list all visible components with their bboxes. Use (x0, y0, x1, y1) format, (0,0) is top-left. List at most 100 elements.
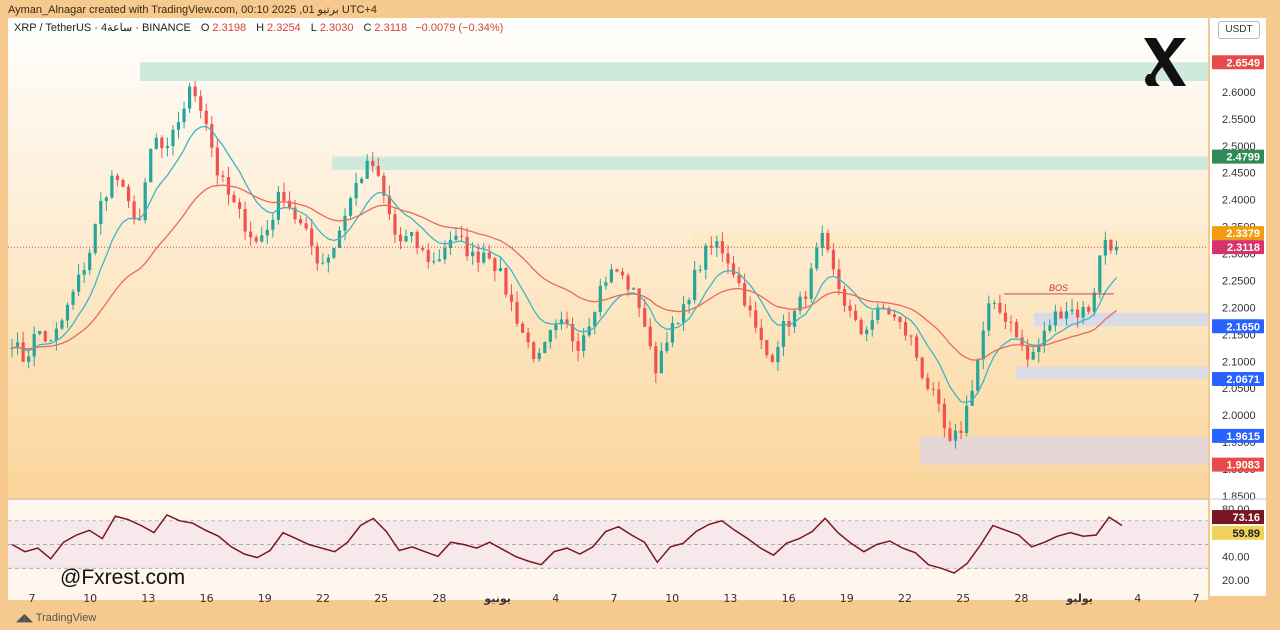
candle-body (54, 328, 58, 341)
candle-body (204, 110, 208, 125)
symbol-name[interactable]: XRP / TetherUS · 4ساعة · BINANCE (14, 22, 191, 34)
candle-body (1103, 239, 1107, 256)
candle-body (953, 430, 958, 441)
candle-body (737, 274, 741, 284)
candle-body (415, 232, 419, 248)
y-tick-label: 1.8500 (1222, 491, 1256, 503)
x-tick-label: 19 (840, 592, 854, 605)
candle-body (498, 268, 502, 272)
candle-body (398, 234, 403, 242)
candle-body (604, 282, 608, 286)
y-tick-label: 2.6000 (1222, 87, 1256, 99)
bos-label: BOS (1049, 283, 1068, 293)
candle-body (537, 352, 541, 360)
candle-body (593, 312, 597, 327)
candle-body (715, 241, 719, 248)
candle-body (410, 232, 414, 237)
x-tick-label: 28 (1014, 592, 1028, 605)
candle-body (360, 178, 364, 183)
candle-body (554, 324, 558, 331)
candle-body (865, 329, 869, 335)
candle-body (937, 389, 941, 404)
high-label: H (256, 22, 265, 34)
candle-body (121, 180, 125, 187)
rsi-tag-label: 59.89 (1232, 528, 1260, 540)
candle-body (509, 294, 514, 302)
candle-body (504, 268, 508, 295)
candle-body (992, 302, 996, 304)
x-tick-label: يوليو (1065, 592, 1093, 605)
candle-body (942, 403, 946, 429)
x-tick-label: 7 (1193, 592, 1200, 605)
y-tick-label: 2.0000 (1222, 410, 1256, 422)
candle-body (421, 247, 425, 250)
candle-body (831, 249, 835, 270)
x-tick-label: 10 (665, 592, 679, 605)
candle-body (659, 351, 663, 374)
y-tick-label: 2.2000 (1222, 302, 1256, 314)
candle-body (870, 319, 874, 330)
x-tick-label: 10 (83, 592, 97, 605)
zone-5 (920, 436, 1208, 465)
candle-body (21, 342, 25, 362)
candle-body (626, 275, 630, 290)
candle-body (676, 322, 680, 324)
x-tick-label: 7 (29, 592, 36, 605)
candle-body (493, 258, 497, 272)
price-chart[interactable]: BOS1.85001.90001.95002.00002.05002.10002… (0, 0, 1280, 630)
candle-body (82, 270, 86, 275)
candle-body (138, 219, 142, 221)
candle-body (77, 274, 81, 292)
candle-body (310, 228, 314, 247)
candle-body (765, 340, 769, 356)
candle-body (1009, 321, 1013, 323)
chart-frame: BOS1.85001.90001.95002.00002.05002.10002… (0, 0, 1280, 630)
zone-2 (692, 233, 1208, 249)
close-label: C (363, 22, 372, 34)
candle-body (754, 310, 758, 328)
candle-body (476, 251, 480, 263)
candle-body (981, 330, 985, 360)
x-tick-label: 19 (258, 592, 272, 605)
y-tick-label: 2.4000 (1222, 195, 1256, 207)
candle-body (576, 341, 580, 351)
candle-body (60, 320, 64, 329)
currency-button[interactable]: USDT (1218, 21, 1260, 39)
price-tag-label: 2.3379 (1226, 228, 1260, 240)
candle-body (38, 331, 42, 335)
tradingview-logo[interactable]: ◢◣ TradingView (16, 611, 96, 624)
candle-body (232, 194, 236, 203)
candle-body (521, 323, 525, 333)
candle-body (759, 327, 763, 341)
tradingview-icon: ◢◣ (16, 612, 36, 624)
candle-body (643, 308, 647, 327)
x-tick-label: 7 (611, 592, 618, 605)
candle-body (637, 288, 641, 309)
y-tick-label: 2.2500 (1222, 275, 1256, 287)
candle-body (909, 335, 913, 337)
candle-body (948, 428, 952, 441)
candle-body (1076, 309, 1080, 318)
candle-body (210, 124, 214, 148)
candle-body (998, 302, 1002, 313)
candle-body (354, 182, 358, 199)
x-tick-label: 16 (200, 592, 214, 605)
price-tag-label: 2.3118 (1227, 242, 1260, 254)
candle-body (332, 247, 336, 258)
candle-body (265, 229, 269, 236)
candle-body (299, 219, 303, 224)
candle-body (371, 160, 375, 167)
candle-body (132, 201, 136, 220)
x-tick-label: 25 (374, 592, 388, 605)
candle-body (598, 285, 602, 313)
candle-body (176, 122, 181, 130)
candle-body (482, 252, 486, 263)
rsi-tick-label: 40.00 (1222, 551, 1250, 563)
zone-1 (332, 156, 1208, 171)
candle-body (188, 86, 192, 109)
candle-body (792, 310, 797, 327)
candle-body (926, 377, 930, 389)
candle-body (920, 357, 924, 378)
candle-body (365, 160, 369, 179)
candle-body (376, 166, 380, 176)
